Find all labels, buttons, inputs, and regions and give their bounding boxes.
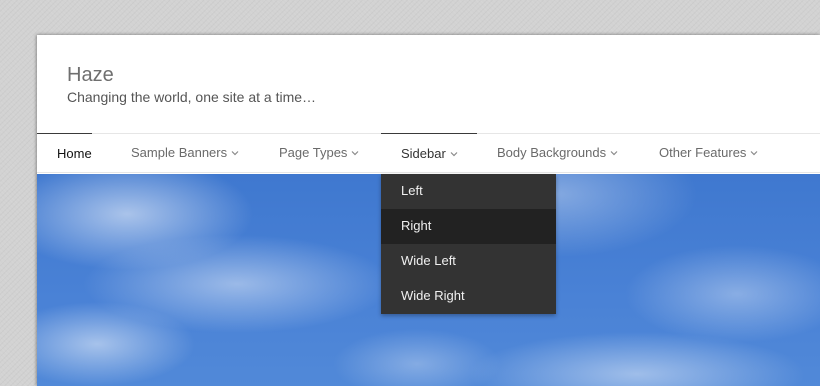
site-tagline: Changing the world, one site at a time… [67, 89, 317, 105]
nav-item-label: Page Types [279, 145, 348, 160]
nav-item-page-types[interactable]: Page Types [259, 133, 359, 173]
nav-item-body-backgrounds[interactable]: Body Backgrounds [477, 133, 618, 173]
chevron-down-icon [750, 149, 758, 157]
nav-item-label: Body Backgrounds [497, 145, 607, 160]
sidebar-dropdown-menu: Left Right Wide Left Wide Right [381, 174, 556, 314]
dropdown-item-right[interactable]: Right [381, 209, 556, 244]
chevron-down-icon [351, 149, 359, 157]
dropdown-item-wide-left[interactable]: Wide Left [381, 244, 556, 279]
nav-item-label: Sample Banners [131, 145, 228, 160]
nav-item-label: Sidebar [401, 146, 446, 161]
dropdown-item-wide-right[interactable]: Wide Right [381, 279, 556, 314]
nav-item-home[interactable]: Home [37, 133, 92, 173]
dropdown-item-left[interactable]: Left [381, 174, 556, 209]
site-header: Haze Changing the world, one site at a t… [37, 35, 820, 133]
chevron-down-icon [231, 149, 239, 157]
chevron-down-icon [610, 149, 618, 157]
main-navigation: Home Sample Banners Page Types Sidebar B… [37, 133, 820, 173]
site-title[interactable]: Haze [67, 64, 114, 86]
nav-item-sidebar[interactable]: Sidebar [381, 133, 477, 173]
chevron-down-icon [450, 150, 458, 158]
nav-item-label: Other Features [659, 145, 747, 160]
nav-item-other-features[interactable]: Other Features [639, 133, 758, 173]
nav-item-label: Home [57, 146, 92, 161]
nav-item-sample-banners[interactable]: Sample Banners [111, 133, 239, 173]
page-container: Haze Changing the world, one site at a t… [37, 35, 820, 386]
